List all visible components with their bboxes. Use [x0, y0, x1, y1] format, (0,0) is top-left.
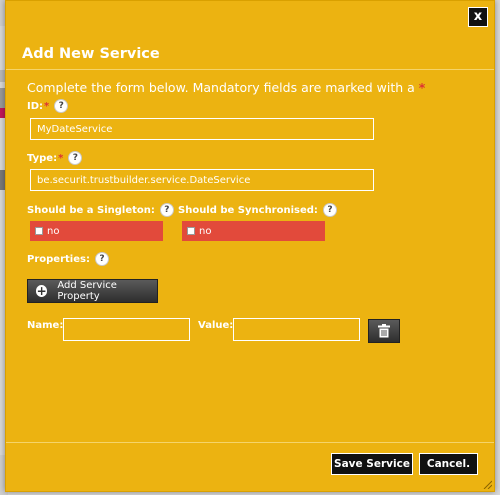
value-label-text: Value:	[198, 320, 234, 331]
value-label: Value:	[198, 320, 233, 331]
help-icon[interactable]: ?	[69, 152, 82, 164]
type-label-text: Type:	[27, 152, 58, 164]
plus-icon: +	[36, 284, 48, 298]
cancel-button[interactable]: Cancel.	[419, 453, 478, 475]
dialog-title: Add New Service	[22, 46, 160, 62]
property-name-input[interactable]	[63, 318, 190, 341]
singleton-toggle[interactable]: no	[30, 221, 163, 241]
add-service-property-button[interactable]: + Add Service Property	[27, 279, 158, 303]
instructions-text: Complete the form below. Mandatory field…	[27, 80, 419, 95]
close-icon: x	[473, 9, 483, 24]
cancel-label: Cancel.	[426, 458, 471, 470]
synchronised-toggle[interactable]: no	[182, 221, 325, 241]
id-label-text: ID:	[27, 100, 44, 112]
synchronised-label-text: Should be Synchronised:	[178, 204, 318, 216]
help-icon[interactable]: ?	[95, 253, 108, 265]
singleton-label: Should be a Singleton: ?	[27, 204, 173, 216]
type-label: Type: * ?	[27, 152, 82, 164]
trash-icon	[378, 324, 390, 338]
id-label: ID: * ?	[27, 100, 68, 112]
delete-property-button[interactable]	[368, 319, 400, 343]
type-required-marker: *	[58, 152, 64, 164]
type-input[interactable]	[30, 169, 374, 191]
name-label-text: Name:	[27, 320, 64, 331]
singleton-label-text: Should be a Singleton:	[27, 204, 155, 216]
footer-divider	[6, 442, 494, 443]
save-service-label: Save Service	[334, 458, 410, 470]
id-required-marker: *	[44, 100, 50, 112]
synchronised-value: no	[199, 225, 212, 237]
save-service-button[interactable]: Save Service	[331, 453, 413, 475]
form-instructions: Complete the form below. Mandatory field…	[27, 80, 425, 95]
help-icon[interactable]: ?	[323, 204, 336, 216]
id-input[interactable]	[30, 118, 374, 140]
checkbox-icon[interactable]	[187, 227, 195, 235]
property-value-input[interactable]	[233, 318, 360, 341]
help-icon[interactable]: ?	[55, 100, 68, 112]
close-button[interactable]: x	[468, 7, 488, 27]
singleton-value: no	[47, 225, 60, 237]
add-service-dialog: x Add New Service Complete the form belo…	[5, 0, 495, 492]
dialog-title-bar: Add New Service	[6, 41, 494, 70]
properties-label-text: Properties:	[27, 253, 90, 265]
properties-label: Properties: ?	[27, 253, 108, 265]
name-label: Name:	[27, 320, 63, 331]
required-marker: *	[418, 80, 426, 95]
synchronised-label: Should be Synchronised: ?	[178, 204, 336, 216]
help-icon[interactable]: ?	[160, 204, 173, 216]
resize-grip-icon[interactable]	[482, 479, 492, 489]
add-service-property-label: Add Service Property	[57, 280, 117, 302]
checkbox-icon[interactable]	[35, 227, 43, 235]
